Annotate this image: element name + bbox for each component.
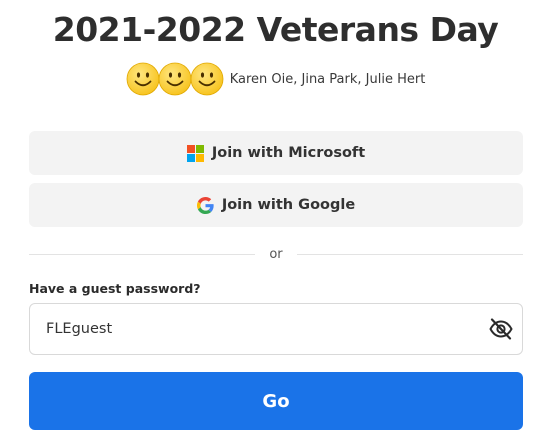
go-button[interactable]: Go <box>29 372 523 430</box>
divider-line <box>296 253 523 255</box>
microsoft-button-label: Join with Microsoft <box>211 145 366 161</box>
avatar-group <box>126 62 224 96</box>
microsoft-logo-icon <box>186 144 204 162</box>
divider-text: or <box>269 246 283 262</box>
smiley-face-icon <box>158 62 192 96</box>
guest-password-input[interactable] <box>46 304 466 354</box>
join-page: 2021-2022 Veterans Day Karen Oie, Jina P… <box>0 0 551 442</box>
owners-row: Karen Oie, Jina Park, Julie Hert <box>0 61 551 97</box>
smiley-face-icon <box>190 62 224 96</box>
guest-password-label: Have a guest password? <box>29 281 201 296</box>
owner-names: Karen Oie, Jina Park, Julie Hert <box>229 71 426 87</box>
google-button-label: Join with Google <box>221 197 356 213</box>
guest-password-field <box>29 303 523 355</box>
smiley-face-icon <box>126 62 160 96</box>
join-with-microsoft-button[interactable]: Join with Microsoft <box>29 131 523 175</box>
eye-slash-icon[interactable] <box>489 318 513 340</box>
divider-line <box>29 253 256 255</box>
or-divider: or <box>29 244 523 264</box>
google-logo-icon <box>196 196 214 214</box>
page-title: 2021-2022 Veterans Day <box>52 10 499 49</box>
join-with-google-button[interactable]: Join with Google <box>29 183 523 227</box>
